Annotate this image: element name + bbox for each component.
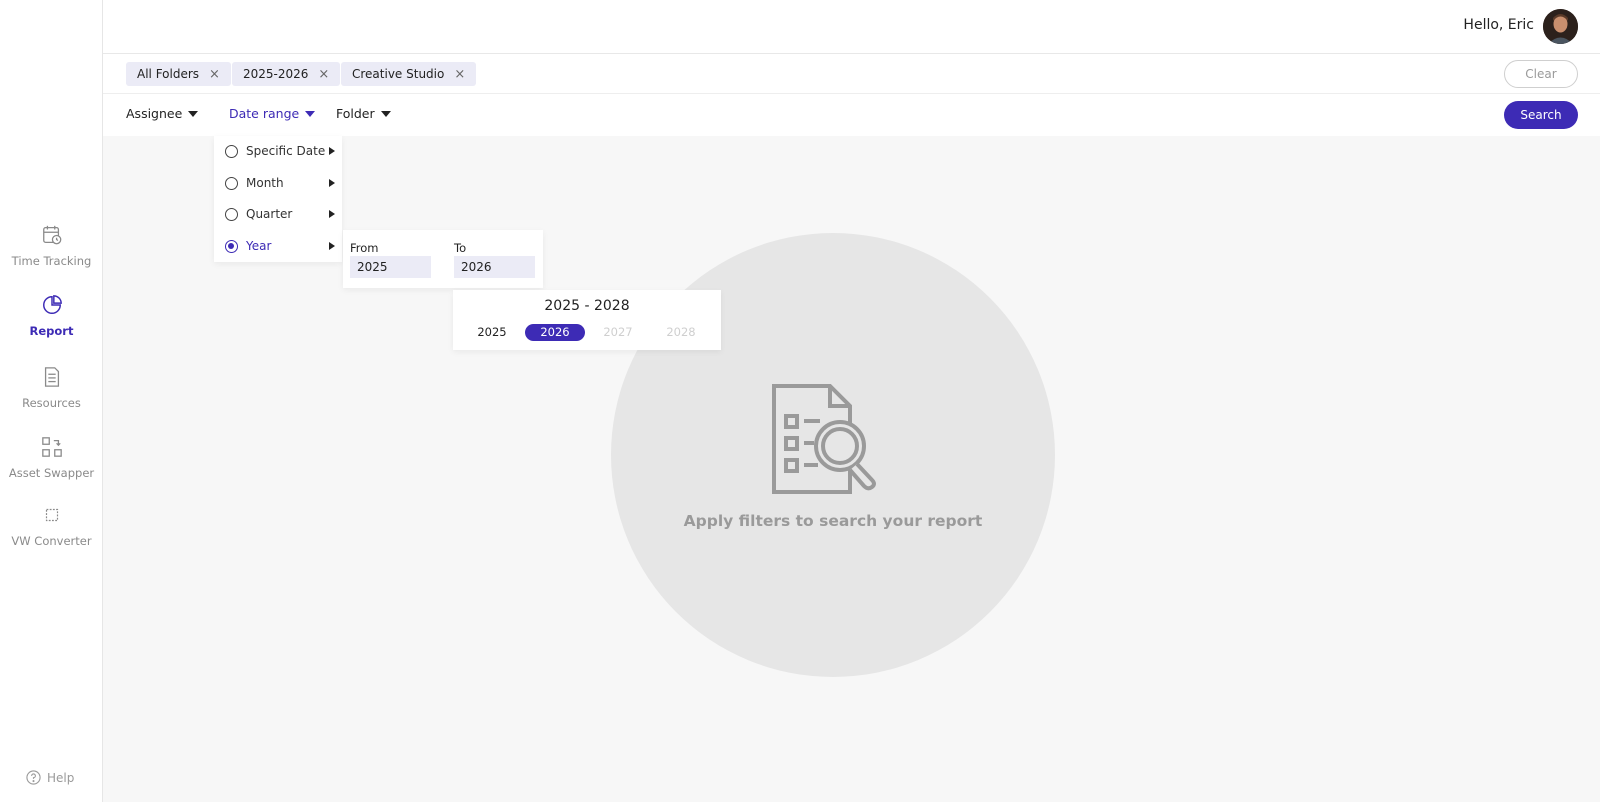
caret-down-icon xyxy=(188,110,199,117)
date-range-filter-label: Date range xyxy=(229,106,300,121)
clear-button[interactable]: Clear xyxy=(1504,60,1578,88)
year-option-2026[interactable]: 2026 xyxy=(525,324,585,341)
assignee-filter[interactable]: Assignee xyxy=(126,106,199,121)
assignee-filter-label: Assignee xyxy=(126,106,183,121)
option-label: Specific Date xyxy=(246,144,326,158)
chip-label: Creative Studio xyxy=(352,67,445,81)
date-option-month[interactable]: Month xyxy=(225,173,335,193)
year-range-panel: From To xyxy=(343,230,543,288)
caret-right-icon xyxy=(329,242,335,250)
caret-right-icon xyxy=(329,179,335,187)
option-label: Quarter xyxy=(246,207,293,221)
caret-down-icon xyxy=(380,110,391,117)
sidebar-item-resources[interactable]: Resources xyxy=(0,366,103,411)
option-label: Year xyxy=(246,239,272,253)
date-range-menu: Specific Date Month Quarter Year xyxy=(214,136,342,262)
avatar-photo-icon xyxy=(1543,9,1578,44)
user-greeting: Hello, Eric xyxy=(1463,17,1534,33)
filter-chip-folders: All Folders × xyxy=(126,62,231,86)
chip-label: All Folders xyxy=(137,67,200,81)
date-option-quarter[interactable]: Quarter xyxy=(225,204,335,224)
sidebar-item-label: Resources xyxy=(22,396,81,410)
remove-chip-icon[interactable]: × xyxy=(209,67,220,82)
folder-filter-label: Folder xyxy=(336,106,375,121)
remove-chip-icon[interactable]: × xyxy=(454,67,465,82)
folder-filter[interactable]: Folder xyxy=(336,106,391,121)
caret-down-icon xyxy=(305,110,316,117)
radio-button[interactable] xyxy=(225,176,238,190)
year-picker: 2025 - 2028 2025 2026 2027 2028 xyxy=(453,290,721,350)
empty-state-message: Apply filters to search your report xyxy=(683,512,983,530)
filter-bar: Assignee Date range Folder Search xyxy=(103,94,1600,136)
sidebar-item-asset-swapper[interactable]: Asset Swapper xyxy=(0,436,103,481)
filter-chip-folder: Creative Studio × xyxy=(341,62,477,86)
to-year-input[interactable] xyxy=(454,256,535,278)
caret-right-icon xyxy=(329,210,335,218)
sidebar-item-report[interactable]: Report xyxy=(0,294,103,339)
chip-label: 2025-2026 xyxy=(243,67,309,81)
search-button[interactable]: Search xyxy=(1504,101,1578,129)
sidebar-item-time-tracking[interactable]: Time Tracking xyxy=(0,224,103,269)
swap-icon xyxy=(41,437,62,457)
active-filter-chips: All Folders × 2025-2026 × Creative Studi… xyxy=(103,54,1600,94)
avatar[interactable] xyxy=(1543,9,1578,44)
remove-chip-icon[interactable]: × xyxy=(318,67,329,82)
from-label: From xyxy=(350,241,379,255)
date-option-specific-date[interactable]: Specific Date xyxy=(225,141,335,161)
document-search-icon xyxy=(772,384,876,494)
year-option-2027: 2027 xyxy=(603,325,633,339)
radio-button[interactable] xyxy=(225,207,238,221)
radio-button-selected[interactable] xyxy=(225,239,238,253)
year-option-2025[interactable]: 2025 xyxy=(462,324,522,341)
calendar-clock-icon xyxy=(42,225,61,245)
help-link[interactable]: Help xyxy=(26,770,74,785)
filter-chip-date: 2025-2026 × xyxy=(232,62,341,86)
sidebar-item-label: Asset Swapper xyxy=(8,466,95,480)
sidebar-item-label: Time Tracking xyxy=(11,254,92,268)
sidebar-item-label: Report xyxy=(29,324,74,338)
date-option-year[interactable]: Year xyxy=(225,236,335,256)
document-icon xyxy=(44,367,59,387)
year-picker-title: 2025 - 2028 xyxy=(544,298,630,314)
to-label: To xyxy=(454,241,467,255)
help-label: Help xyxy=(47,770,75,785)
from-year-input[interactable] xyxy=(350,256,431,278)
sidebar: Time Tracking Report Resources Asset Swa… xyxy=(0,0,103,802)
help-icon xyxy=(26,770,41,785)
top-header: Hello, Eric xyxy=(103,0,1600,54)
option-label: Month xyxy=(246,176,284,190)
date-range-filter[interactable]: Date range xyxy=(229,106,316,121)
radio-button[interactable] xyxy=(225,144,238,158)
pie-chart-icon xyxy=(42,295,62,314)
sidebar-item-vw-converter[interactable]: VW Converter xyxy=(0,504,103,549)
caret-right-icon xyxy=(329,147,335,155)
year-option-2028: 2028 xyxy=(666,325,696,339)
converter-icon xyxy=(45,508,58,522)
sidebar-item-label: VW Converter xyxy=(11,534,92,548)
